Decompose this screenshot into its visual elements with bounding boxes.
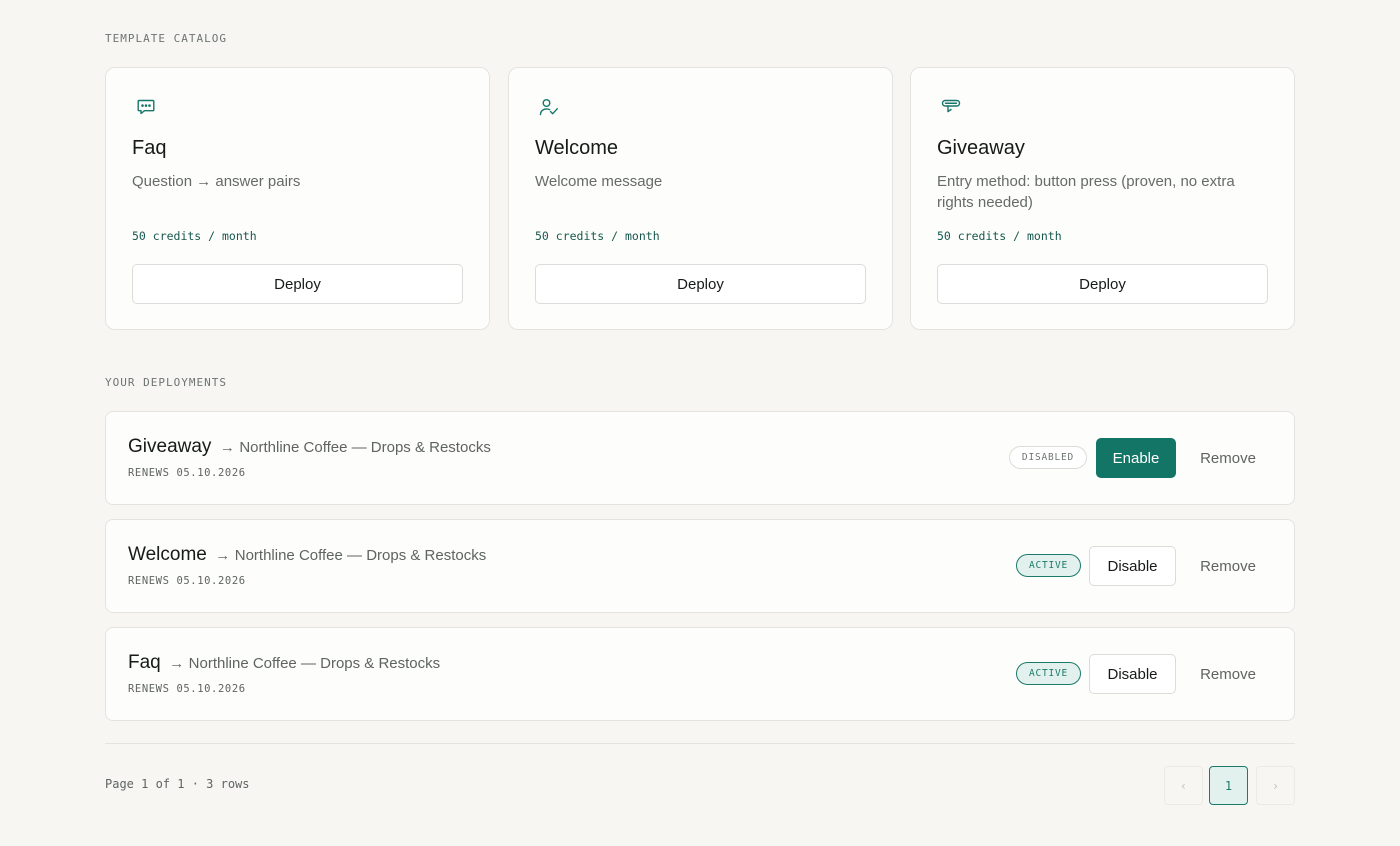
deployment-title: Giveaway → Northline Coffee — Drops & Re… (128, 436, 491, 458)
template-name: Giveaway (937, 137, 1025, 159)
deployment-target: Northline Coffee — Drops & Restocks (239, 439, 491, 456)
template-card-giveaway: Giveaway Entry method: button press (pro… (910, 67, 1295, 330)
deployments-section-title: YOUR DEPLOYMENTS (105, 376, 227, 389)
arrow-icon: → (219, 439, 235, 456)
page-button-1[interactable]: 1 (1209, 766, 1248, 805)
renew-date: RENEWS 05.10.2026 (128, 575, 246, 587)
deployment-target: Northline Coffee — Drops & Restocks (188, 655, 441, 672)
renew-date: RENEWS 05.10.2026 (128, 683, 246, 695)
template-card-faq: Faq Question → answer pairs 50 credits /… (105, 67, 490, 330)
template-price: 50 credits / month (535, 229, 660, 243)
deployment-title: Welcome → Northline Coffee — Drops & Res… (128, 544, 486, 566)
template-description: Question → answer pairs (132, 173, 301, 190)
template-description: Entry method: button press (proven, no e… (937, 173, 1235, 211)
remove-button[interactable]: Remove (1188, 546, 1268, 586)
enable-button[interactable]: Enable (1096, 438, 1176, 478)
deployment-title: Faq → Northline Coffee — Drops & Restock… (128, 652, 440, 674)
deployment-target: Northline Coffee — Drops & Restocks (234, 547, 487, 564)
status-badge: ACTIVE (1016, 554, 1081, 577)
gift-icon (941, 97, 961, 117)
catalog-section-title: TEMPLATE CATALOG (105, 32, 227, 45)
user-check-icon (539, 97, 559, 117)
chat-bubble-icon (136, 97, 156, 117)
deployment-name: Welcome (128, 544, 207, 565)
next-page-button[interactable]: › (1256, 766, 1295, 805)
deployment-name: Faq (128, 652, 161, 673)
deployment-row-giveaway: Giveaway → Northline Coffee — Drops & Re… (105, 411, 1295, 505)
deployment-name: Giveaway (128, 436, 212, 457)
template-price: 50 credits / month (937, 229, 1062, 243)
template-name: Welcome (535, 137, 618, 159)
pagination-info: Page 1 of 1 · 3 rows (105, 777, 250, 791)
deployment-row-welcome: Welcome → Northline Coffee — Drops & Res… (105, 519, 1295, 613)
template-card-welcome: Welcome Welcome message 50 credits / mon… (508, 67, 893, 330)
prev-page-button[interactable]: ‹ (1164, 766, 1203, 805)
template-name: Faq (132, 137, 167, 159)
deploy-button-giveaway[interactable]: Deploy (937, 264, 1268, 304)
template-description: Welcome message (535, 173, 663, 190)
disable-button[interactable]: Disable (1089, 546, 1176, 586)
deployment-row-faq: Faq → Northline Coffee — Drops & Restock… (105, 627, 1295, 721)
disable-button[interactable]: Disable (1089, 654, 1176, 694)
deploy-button-welcome[interactable]: Deploy (535, 264, 866, 304)
divider (105, 743, 1295, 744)
deploy-button-faq[interactable]: Deploy (132, 264, 463, 304)
remove-button[interactable]: Remove (1188, 654, 1268, 694)
renew-date: RENEWS 05.10.2026 (128, 467, 246, 479)
remove-button[interactable]: Remove (1188, 438, 1268, 478)
status-badge: ACTIVE (1016, 662, 1081, 685)
template-catalog: Faq Question → answer pairs 50 credits /… (105, 67, 1295, 330)
status-badge: DISABLED (1009, 446, 1087, 469)
arrow-icon: → (215, 547, 231, 564)
chevron-left-icon: ‹ (1179, 778, 1188, 793)
arrow-icon: → (169, 655, 185, 672)
template-price: 50 credits / month (132, 229, 257, 243)
chevron-right-icon: › (1271, 778, 1280, 793)
